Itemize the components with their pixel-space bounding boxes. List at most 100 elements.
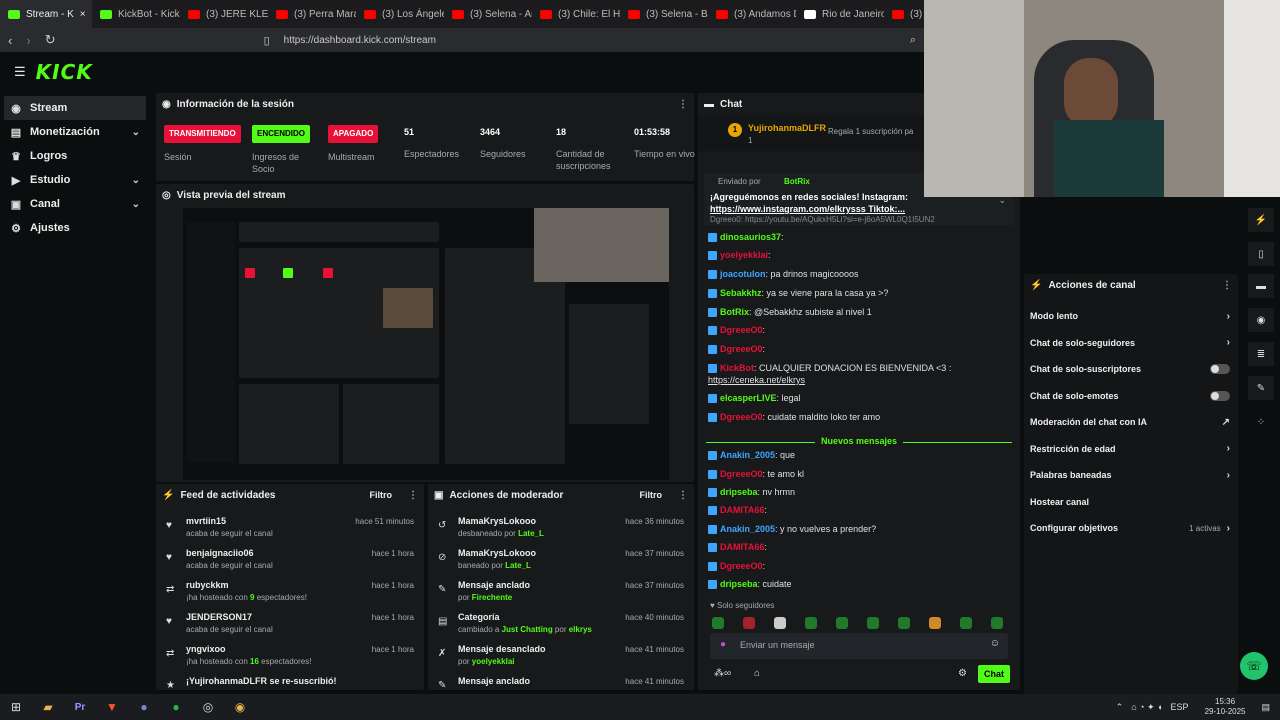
feed-row[interactable]: ⊘ MamaKrysLokooo baneado por Late_L hace 37… [428, 546, 694, 578]
chat-username[interactable]: dripseba [720, 487, 758, 497]
chat-message[interactable]: BotRix: @Sebakkhz subiste al nivel 1 [708, 307, 872, 318]
chat-username[interactable]: yoelyekklai [720, 250, 768, 260]
chat-username[interactable]: elcasperLIVE [720, 393, 777, 403]
windows-start-icon[interactable]: ⊞ [0, 700, 32, 714]
chat-username[interactable]: joacotulon [720, 269, 766, 279]
feed-row[interactable]: ♥ JENDERSON17 acaba de seguir el canal hace… [156, 610, 424, 642]
chat-message[interactable]: dripseba: nv hrmn [708, 487, 795, 498]
more-icon[interactable]: ⋮ [678, 490, 688, 501]
chat-message[interactable]: dripseba: cuidate [708, 579, 792, 590]
chat-username[interactable]: DgreeeO0 [720, 561, 763, 571]
mod-filter-button[interactable]: Filtro [640, 490, 663, 500]
chat-message[interactable]: KickBot: CUALQUIER DONACION ES BIENVENID… [708, 363, 951, 374]
chat-message[interactable]: DgreeeO0: cuidate maldito loko ter amo [708, 412, 880, 423]
stream-preview-video[interactable] [183, 208, 669, 480]
chat-message[interactable]: DAMITA66: [708, 542, 767, 553]
points-icon[interactable]: ⁂∞ [714, 668, 731, 679]
keyboard-lang[interactable]: ESP [1171, 702, 1189, 712]
feed-row[interactable]: ✎ Mensaje anclado por Firechente hace 37 mi… [428, 578, 694, 610]
close-tab-icon[interactable]: × [80, 9, 86, 20]
chat-send-button[interactable]: Chat [978, 665, 1010, 683]
file-explorer-icon[interactable]: ▰ [32, 700, 64, 714]
browser-tab[interactable]: Rio de Janeiro [796, 0, 884, 28]
forward-icon[interactable]: › [26, 33, 30, 48]
emote-icon[interactable] [743, 617, 755, 629]
chat-message[interactable]: DgreeeO0: [708, 561, 765, 572]
browser-tab[interactable]: Stream - K × [0, 0, 92, 28]
action-hostear-canal[interactable]: Hostear canal [1024, 490, 1236, 514]
chat-message[interactable]: DgreeeO0: te amo kl [708, 469, 804, 480]
support-chat-icon[interactable]: ☏ [1240, 652, 1268, 680]
browser-tab[interactable]: (3) Perra Marac [268, 0, 356, 28]
url-field[interactable]: https://dashboard.kick.com/stream [284, 35, 896, 46]
rail-chat-icon[interactable]: ▬ [1248, 274, 1274, 298]
spotify-icon[interactable]: ● [160, 700, 192, 714]
chat-message[interactable]: elcasperLIVE: legal [708, 393, 801, 404]
store-icon[interactable]: ⌂ [754, 668, 760, 679]
feed-row[interactable]: ⇄ yngvixoo ¡ha hosteado con 16 espectadore… [156, 642, 424, 674]
chat-input[interactable]: ● Enviar un mensaje ☺ [710, 633, 1008, 659]
action-modo-lento[interactable]: Modo lento › [1024, 304, 1236, 328]
chat-username[interactable]: Anakin_2005 [720, 450, 775, 460]
chat-message[interactable]: https://ceneka.net/elkrys [708, 375, 805, 385]
bookmark-icon[interactable]: ▯ [264, 34, 270, 47]
chat-message[interactable]: DgreeeO0: [708, 344, 765, 355]
action-chat-de-solo-suscriptores[interactable]: Chat de solo-suscriptores [1024, 357, 1236, 381]
feed-row[interactable]: ▤ Categoría cambiado a Just Chatting por e… [428, 610, 694, 642]
toggle-switch[interactable] [1210, 364, 1230, 374]
chat-username[interactable]: dinosaurios37 [720, 232, 781, 242]
emote-icon[interactable] [960, 617, 972, 629]
emote-icon[interactable] [991, 617, 1003, 629]
emote-icon[interactable] [929, 617, 941, 629]
emote-icon[interactable] [898, 617, 910, 629]
emote-icon[interactable] [805, 617, 817, 629]
rail-users-icon[interactable]: ⁘ [1248, 410, 1274, 434]
feed-row[interactable]: ✗ Mensaje desanclado por yoelyekklai hace 4… [428, 642, 694, 674]
action-configurar-objetivos[interactable]: Configurar objetivos 1 activas › [1024, 516, 1236, 540]
notification-icon[interactable]: ▤ [1261, 702, 1270, 713]
action-palabras-baneadas[interactable]: Palabras baneadas › [1024, 463, 1236, 487]
rail-tool-icon[interactable]: ✎ [1248, 376, 1274, 400]
browser-tab[interactable]: (3) Selena - An [444, 0, 532, 28]
gift-user[interactable]: YujirohanmaDLFR [748, 123, 826, 133]
chat-username[interactable]: DAMITA66 [720, 505, 764, 515]
feed-row[interactable]: ↺ MamaKrysLokooo desbaneado por Late_L hace… [428, 514, 694, 546]
rail-bolt-icon[interactable]: ⚡ [1248, 208, 1274, 232]
browser-tab[interactable]: (3) Chile: El Him [532, 0, 620, 28]
sidebar-item-canal[interactable]: ▣ Canal ⌄ [0, 192, 150, 216]
chat-settings-icon[interactable]: ⚙ [958, 668, 967, 679]
browser-tab[interactable]: (3) Andamos D [708, 0, 796, 28]
feed-row[interactable]: ✎ Mensaje anclado hace 41 minutos [428, 674, 694, 690]
chat-username[interactable]: Anakin_2005 [720, 524, 775, 534]
emoji-icon[interactable]: ☺ [990, 638, 1000, 649]
chat-message[interactable]: DgreeeO0: [708, 325, 765, 336]
pinned-link[interactable]: https://www.instagram.com/elkrysss Tikto… [710, 204, 905, 214]
chat-username[interactable]: KickBot [720, 363, 754, 373]
back-icon[interactable]: ‹ [8, 33, 12, 48]
zoom-icon[interactable]: ⌕ [910, 34, 916, 47]
tray-icons[interactable]: ⌂ ◔ ✦ ◖ [1131, 702, 1162, 713]
obs-icon[interactable]: ◎ [192, 700, 224, 714]
sidebar-item-ajustes[interactable]: ⚙ Ajustes [0, 216, 150, 240]
browser-tab[interactable]: KickBot - Kick [92, 0, 180, 28]
sidebar-item-logros[interactable]: ♛ Logros [0, 144, 150, 168]
more-icon[interactable]: ⋮ [1222, 280, 1232, 291]
emote-icon[interactable] [836, 617, 848, 629]
rail-doc-icon[interactable]: ▯ [1248, 242, 1274, 266]
premiere-icon[interactable]: Pr [64, 702, 96, 713]
mic-icon[interactable]: ● [720, 639, 726, 650]
more-icon[interactable]: ⋮ [678, 99, 688, 110]
reload-icon[interactable]: ↻ [45, 32, 56, 48]
chat-message[interactable]: DAMITA66: [708, 505, 767, 516]
chat-username[interactable]: DgreeeO0 [720, 469, 763, 479]
feed-row[interactable]: ♥ mvrtiin15 acaba de seguir el canal hace 5… [156, 514, 424, 546]
browser-tab[interactable]: (3) Selena - Bid [620, 0, 708, 28]
menu-icon[interactable]: ☰ [14, 64, 26, 80]
discord-icon[interactable]: ● [128, 700, 160, 714]
feed-row[interactable]: ♥ benjaignaciio06 acaba de seguir el canal… [156, 546, 424, 578]
feed-row[interactable]: ★ ¡YujirohanmaDLFR se re-suscribió! [156, 674, 424, 690]
chat-username[interactable]: DgreeeO0 [720, 344, 763, 354]
feed-row[interactable]: ⇄ rubyckkm ¡ha hosteado con 9 espectadores… [156, 578, 424, 610]
chat-username[interactable]: DgreeeO0 [720, 325, 763, 335]
chat-username[interactable]: BotRix [720, 307, 749, 317]
